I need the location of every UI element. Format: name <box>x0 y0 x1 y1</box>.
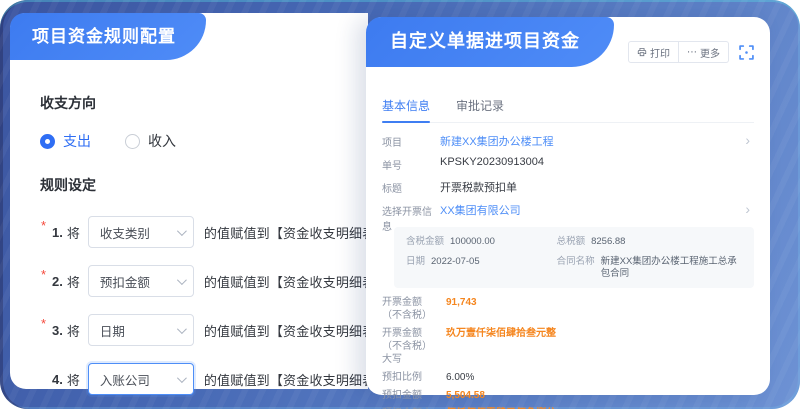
panel-title-text: 自定义单据进项目资金 <box>390 27 580 53</box>
amount-row-invoice-amount-caps: 开票金额（不含税）大写 玖万壹仟柒佰肆拾叁元整 <box>382 327 754 366</box>
more-icon: ⋯ <box>687 47 697 58</box>
rule-number: 4. <box>52 372 63 387</box>
summary-cell-date: 日期 2022-07-05 <box>406 256 549 279</box>
amount-row-withhold-amount: 预扣金额 5,504.58 <box>382 389 754 402</box>
required-asterisk: * <box>41 316 46 331</box>
amount-row-invoice-amount: 开票金额（不含税） 91,743 <box>382 296 754 322</box>
rule-number: 2. <box>52 274 63 289</box>
radio-selected-icon <box>40 134 55 149</box>
printer-icon <box>637 47 647 57</box>
document-detail-title: 自定义单据进项目资金 <box>366 17 614 67</box>
chevron-right-icon[interactable]: › <box>745 132 750 148</box>
field-label: 选择开票信息 <box>382 202 440 233</box>
summary-value: 8256.88 <box>591 236 625 247</box>
rule-row-3: * 3. 将 日期 的值赋值到【资金收支明细表-收支日期】中 <box>52 313 342 347</box>
amount-label: 预扣金额 <box>382 389 440 402</box>
rules-list: * 1. 将 收支类别 的值赋值到【资金收支明细表-收支类别】中 * 2. 将 … <box>40 215 342 396</box>
contract-summary-box: 含税金额 100000.00 总税额 8256.88 日期 2022-07-05… <box>394 227 754 288</box>
summary-cell-tax-included: 含税金额 100000.00 <box>406 236 549 247</box>
chevron-down-icon <box>177 226 187 236</box>
radio-expense-label: 支出 <box>63 131 91 151</box>
select-value: 日期 <box>100 321 125 340</box>
required-asterisk: * <box>41 218 46 233</box>
amount-label: 开票金额（不含税） <box>382 296 440 322</box>
select-value: 收支类别 <box>100 223 150 242</box>
field-row-project: 项目 新建XX集团办公楼工程 › <box>382 133 754 156</box>
amount-label: 开票金额（不含税）大写 <box>382 327 440 366</box>
tab-basic-info[interactable]: 基本信息 <box>382 97 430 122</box>
document-detail-body: 基本信息 审批记录 项目 新建XX集团办公楼工程 › 单号 KPSKY20230… <box>366 17 770 409</box>
summary-label: 合同名称 <box>557 256 595 279</box>
summary-cell-contract-name: 合同名称 新建XX集团办公楼工程施工总承包合同 <box>557 256 742 279</box>
rule-1-field-select[interactable]: 收支类别 <box>88 216 194 248</box>
field-value: 开票税款预扣单 <box>440 179 517 195</box>
invoice-company-link[interactable]: XX集团有限公司 <box>440 202 521 218</box>
select-value: 预扣金额 <box>100 272 150 291</box>
amount-value: 6.00% <box>446 371 474 384</box>
rule-connector: 将 <box>67 370 80 389</box>
project-link[interactable]: 新建XX集团办公楼工程 <box>440 133 554 149</box>
detail-toolbar: 打印 ⋯ 更多 <box>628 41 756 63</box>
rules-section-label: 规则设定 <box>40 175 342 195</box>
summary-cell-total-tax: 总税额 8256.88 <box>557 236 742 247</box>
chevron-right-icon[interactable]: › <box>745 201 750 217</box>
tab-approval-record[interactable]: 审批记录 <box>456 97 504 122</box>
chevron-down-icon <box>177 275 187 285</box>
rule-2-field-select[interactable]: 预扣金额 <box>88 265 194 297</box>
field-row-title: 标题 开票税款预扣单 <box>382 179 754 202</box>
amount-label: 预扣比例 <box>382 371 440 384</box>
field-row-invoice-info: 选择开票信息 XX集团有限公司 › <box>382 202 754 225</box>
rule-row-4: * 4. 将 入账公司 的值赋值到【资金收支明细表-往来单位】中 <box>52 362 342 396</box>
rule-4-field-select[interactable]: 入账公司 <box>88 363 194 395</box>
field-label: 标题 <box>382 179 440 195</box>
print-button-label: 打印 <box>650 45 670 60</box>
summary-label: 日期 <box>406 256 425 279</box>
more-button[interactable]: ⋯ 更多 <box>679 41 729 63</box>
amount-value: 91,743 <box>446 296 477 322</box>
fullscreen-icon <box>739 45 754 60</box>
radio-expense[interactable]: 支出 <box>40 131 91 151</box>
chevron-down-icon <box>177 324 187 334</box>
field-label: 项目 <box>382 133 440 149</box>
more-button-label: 更多 <box>700 45 720 60</box>
summary-value: 新建XX集团办公楼工程施工总承包合同 <box>601 256 742 279</box>
detail-tabs: 基本信息 审批记录 <box>382 97 754 123</box>
select-value: 入账公司 <box>100 370 150 389</box>
rule-config-panel-title: 项目资金规则配置 <box>10 13 206 60</box>
rule-config-body: 收支方向 支出 收入 规则设定 * 1. 将 收支类别 <box>10 13 368 396</box>
amount-row-withhold-ratio: 预扣比例 6.00% <box>382 371 754 384</box>
document-detail-panel: 自定义单据进项目资金 打印 ⋯ 更多 基本信息 审批记录 项目 <box>366 17 770 395</box>
rule-connector: 将 <box>67 272 80 291</box>
field-row-doc-number: 单号 KPSKY20230913004 <box>382 156 754 179</box>
rule-row-2: * 2. 将 预扣金额 的值赋值到【资金收支明细表-金额】中 <box>52 264 342 298</box>
amount-value: 5,504.58 <box>446 389 485 402</box>
rule-config-panel: 项目资金规则配置 收支方向 支出 收入 规则设定 * 1. 将 <box>10 13 368 389</box>
summary-value: 100000.00 <box>450 236 495 247</box>
radio-income-label: 收入 <box>148 131 176 151</box>
summary-label: 含税金额 <box>406 236 444 247</box>
direction-radio-group: 支出 收入 <box>40 131 342 151</box>
radio-unselected-icon <box>125 134 140 149</box>
rule-3-field-select[interactable]: 日期 <box>88 314 194 346</box>
print-button[interactable]: 打印 <box>628 41 679 63</box>
required-asterisk: * <box>41 267 46 282</box>
rule-row-1: * 1. 将 收支类别 的值赋值到【资金收支明细表-收支类别】中 <box>52 215 342 249</box>
chevron-down-icon <box>177 373 187 383</box>
field-label: 单号 <box>382 156 440 172</box>
direction-section-label: 收支方向 <box>40 93 342 113</box>
rule-number: 3. <box>52 323 63 338</box>
rule-number: 1. <box>52 225 63 240</box>
summary-value: 2022-07-05 <box>431 256 480 279</box>
amount-value: 玖万壹仟柒佰肆拾叁元整 <box>446 327 556 366</box>
rule-connector: 将 <box>67 223 80 242</box>
field-value: KPSKY20230913004 <box>440 156 544 168</box>
radio-income[interactable]: 收入 <box>125 131 176 151</box>
panel-title-text: 项目资金规则配置 <box>32 22 176 47</box>
summary-label: 总税额 <box>557 236 586 247</box>
fullscreen-button[interactable] <box>737 43 756 62</box>
field-list: 项目 新建XX集团办公楼工程 › 单号 KPSKY20230913004 标题 … <box>382 133 754 225</box>
screenshot-stage: 项目资金规则配置 收支方向 支出 收入 规则设定 * 1. 将 <box>0 0 800 409</box>
rule-connector: 将 <box>67 321 80 340</box>
amount-field-list: 开票金额（不含税） 91,743 开票金额（不含税）大写 玖万壹仟柒佰肆拾叁元整… <box>382 296 754 409</box>
